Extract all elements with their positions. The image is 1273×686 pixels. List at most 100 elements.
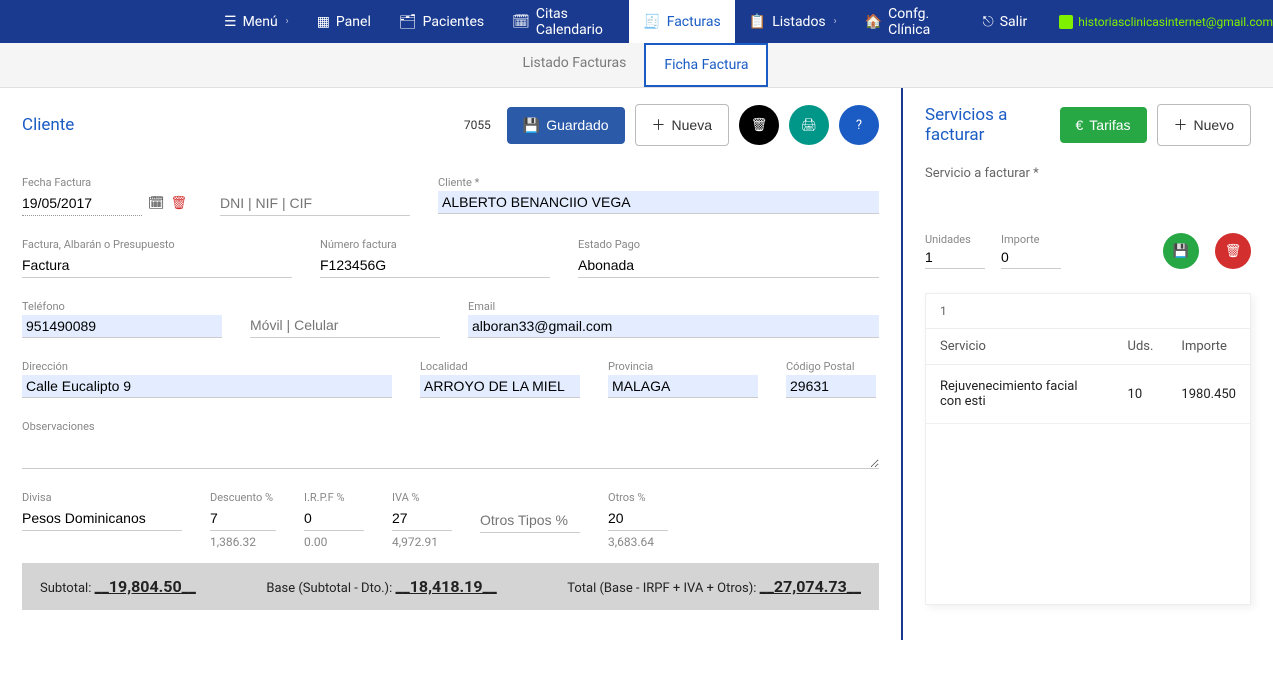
menu-icon: ☰ xyxy=(224,14,237,30)
calendar-icon[interactable]: 🗓 xyxy=(148,196,165,211)
nav-item-listados[interactable]: 📋 Listados › xyxy=(735,0,851,43)
divisa-label: Divisa xyxy=(22,491,182,504)
tab-ficha-factura[interactable]: Ficha Factura xyxy=(644,43,768,87)
cp-label: Código Postal xyxy=(786,360,876,373)
grid-icon: ▦ xyxy=(317,14,330,30)
iva-calc: 4,972.91 xyxy=(392,535,452,549)
print-icon: 🖨 xyxy=(801,118,818,133)
patients-icon: 🗂 xyxy=(399,14,417,30)
cp-input[interactable] xyxy=(786,375,876,398)
help-button[interactable]: ? xyxy=(839,105,879,145)
subtotal-value: __19,804.50__ xyxy=(95,577,196,596)
delete-date-icon[interactable]: 🗑 xyxy=(171,196,188,211)
nav-item-panel[interactable]: ▦ Panel xyxy=(303,0,385,43)
calendar-icon: 🗓 xyxy=(512,14,530,30)
otros-tipo-select[interactable] xyxy=(480,508,580,533)
servicio-label: Servicio a facturar * xyxy=(925,166,1251,181)
fecha-input[interactable] xyxy=(22,191,142,216)
cliente-input[interactable] xyxy=(438,191,879,214)
table-row[interactable]: Rejuvenecimiento facial con esti 10 1980… xyxy=(926,365,1250,424)
nuevo-label: Nuevo xyxy=(1194,117,1234,133)
tipo-select[interactable] xyxy=(22,253,292,278)
numero-input[interactable] xyxy=(320,253,550,278)
dir-label: Dirección xyxy=(22,360,392,373)
save-button[interactable]: 💾 Guardado xyxy=(507,107,625,144)
estado-select[interactable] xyxy=(578,253,879,278)
loc-label: Localidad xyxy=(420,360,580,373)
tab-listado-facturas[interactable]: Listado Facturas xyxy=(505,43,645,87)
record-id: 7055 xyxy=(464,118,491,132)
otros-calc: 3,683.64 xyxy=(608,535,668,549)
new-label: Nueva xyxy=(672,117,712,133)
otros-input[interactable] xyxy=(608,506,668,531)
unidades-input[interactable] xyxy=(925,246,985,269)
section-title-servicios: Servicios a facturar xyxy=(925,105,1060,145)
nav-label: Citas Calendario xyxy=(536,6,615,38)
cell-servicio: Rejuvenecimiento facial con esti xyxy=(926,365,1114,424)
nav-item-facturas[interactable]: 🧾 Facturas xyxy=(629,0,735,43)
chevron-right-icon: › xyxy=(286,16,289,27)
tipo-label: Factura, Albarán o Presupuesto xyxy=(22,238,292,251)
irpf-label: I.R.P.F % xyxy=(304,491,364,504)
irpf-calc: 0.00 xyxy=(304,535,364,549)
nav-item-salir[interactable]: ⎋ Salir xyxy=(969,0,1042,43)
nav-item-citas[interactable]: 🗓 Citas Calendario xyxy=(498,0,629,43)
numero-label: Número factura xyxy=(320,238,550,251)
dni-input[interactable] xyxy=(220,191,410,216)
trash-icon: 🗑 xyxy=(751,118,768,133)
movil-input[interactable] xyxy=(250,313,440,338)
totals-row: Subtotal: __19,804.50__ Base (Subtotal -… xyxy=(22,563,879,610)
nuevo-servicio-button[interactable]: ＋ Nuevo xyxy=(1157,104,1251,146)
dir-input[interactable] xyxy=(22,375,392,398)
user-email: historiasclinicasinternet@gmail.com xyxy=(1078,15,1273,29)
help-icon: ? xyxy=(856,118,862,133)
services-table: 1 Servicio Uds. Importe Rejuvenecimiento… xyxy=(925,293,1251,605)
desc-label: Descuento % xyxy=(210,491,276,504)
tel-label: Teléfono xyxy=(22,300,222,313)
importe-input[interactable] xyxy=(1001,246,1061,269)
nav-item-pacientes[interactable]: 🗂 Pacientes xyxy=(385,0,498,43)
tel-input[interactable] xyxy=(22,315,222,338)
unidades-label: Unidades xyxy=(925,233,985,246)
euro-icon: € xyxy=(1076,117,1084,133)
fecha-label: Fecha Factura xyxy=(22,176,192,189)
divisa-select[interactable] xyxy=(22,506,182,531)
nav-label: Confg. Clínica xyxy=(888,6,955,38)
save-service-button[interactable]: 💾 xyxy=(1163,233,1199,269)
nav-item-config[interactable]: 🏠 Confg. Clínica xyxy=(851,0,969,43)
irpf-input[interactable] xyxy=(304,506,364,531)
tarifas-button[interactable]: € Tarifas xyxy=(1060,107,1147,143)
col-uds[interactable]: Uds. xyxy=(1114,329,1168,365)
base-label: Base (Subtotal - Dto.): xyxy=(266,581,392,596)
chevron-right-icon: › xyxy=(834,16,837,27)
nav-user[interactable]: historiasclinicasinternet@gmail.com xyxy=(1059,15,1273,29)
top-nav: ☰ Menú › ▦ Panel 🗂 Pacientes 🗓 Citas Cal… xyxy=(0,0,1273,43)
obs-label: Observaciones xyxy=(22,420,879,433)
prov-label: Provincia xyxy=(608,360,758,373)
email-label: Email xyxy=(468,300,879,313)
print-button[interactable]: 🖨 xyxy=(789,105,829,145)
desc-input[interactable] xyxy=(210,506,276,531)
home-icon: 🏠 xyxy=(865,14,882,30)
tarifas-label: Tarifas xyxy=(1089,117,1130,133)
prov-input[interactable] xyxy=(608,375,758,398)
estado-label: Estado Pago xyxy=(578,238,879,251)
col-servicio[interactable]: Servicio xyxy=(926,329,1114,365)
new-button[interactable]: ＋ Nueva xyxy=(635,104,729,146)
total-label: Total (Base - IRPF + IVA + Otros): xyxy=(567,581,756,596)
subtabs: Listado Facturas Ficha Factura xyxy=(0,43,1273,88)
loc-input[interactable] xyxy=(420,375,580,398)
col-importe[interactable]: Importe xyxy=(1167,329,1250,365)
nav-label: Pacientes xyxy=(423,14,485,30)
cell-uds: 10 xyxy=(1114,365,1168,424)
nav-item-menu[interactable]: ☰ Menú › xyxy=(210,0,303,43)
email-input[interactable] xyxy=(468,315,879,338)
user-icon xyxy=(1059,15,1073,29)
delete-service-button[interactable]: 🗑 xyxy=(1215,233,1251,269)
delete-button[interactable]: 🗑 xyxy=(739,105,779,145)
iva-input[interactable] xyxy=(392,506,452,531)
main-column: Cliente 7055 💾 Guardado ＋ Nueva 🗑 🖨 xyxy=(0,88,903,640)
cliente-label: Cliente * xyxy=(438,176,879,189)
otros-label: Otros % xyxy=(608,491,668,504)
obs-textarea[interactable] xyxy=(22,435,879,469)
